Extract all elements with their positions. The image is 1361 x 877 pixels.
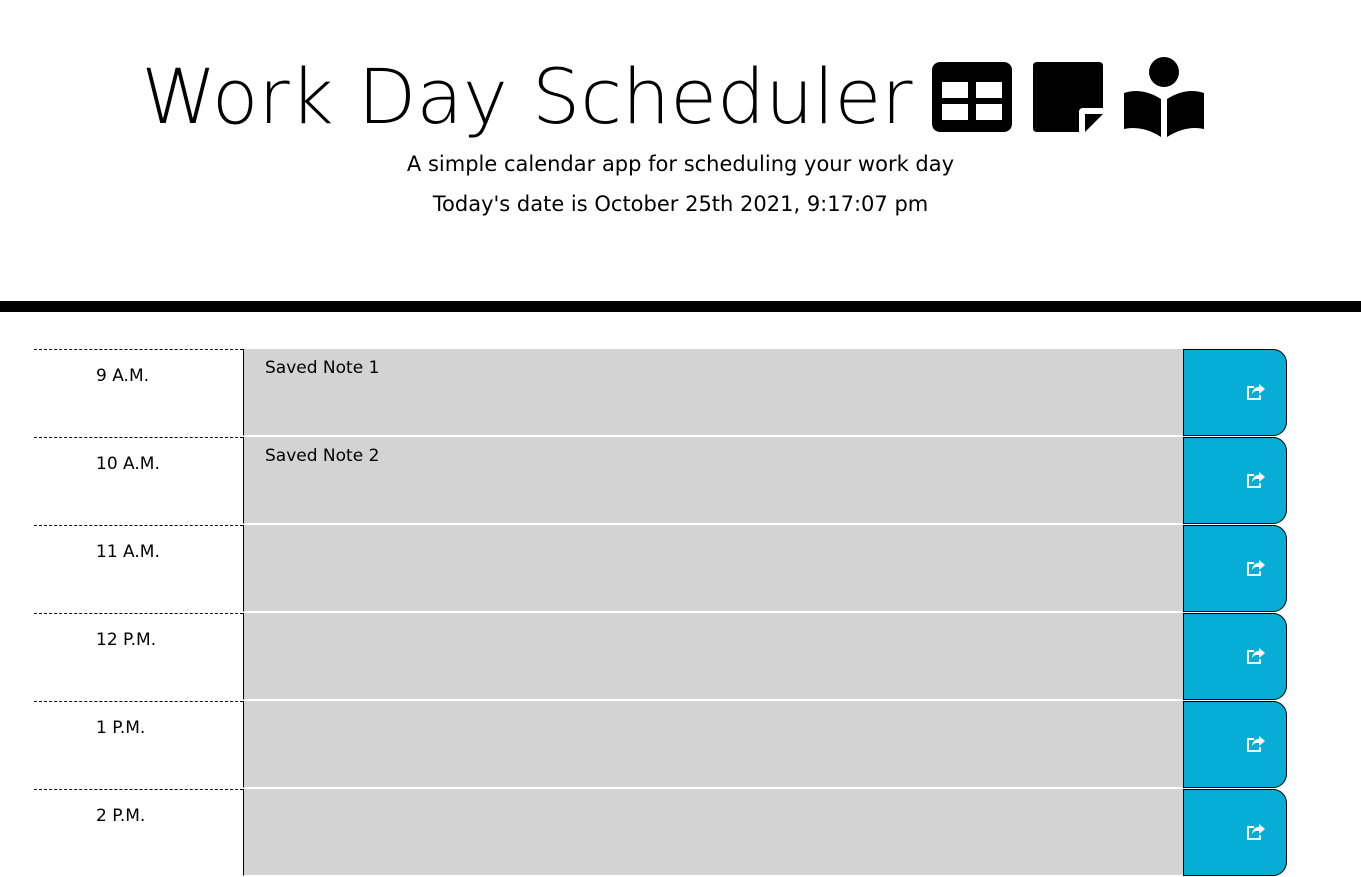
page-title: Work Day Scheduler — [141, 52, 913, 141]
note-input[interactable]: Saved Note 2 — [243, 437, 1183, 524]
schedule-list: 9 A.M. Saved Note 1 10 A.M. Saved Note 2… — [34, 349, 1288, 877]
note-input[interactable] — [243, 613, 1183, 700]
page-subtitle: A simple calendar app for scheduling you… — [406, 152, 955, 176]
page-header: Work Day Scheduler A simple calendar app… — [0, 0, 1361, 301]
note-input[interactable]: Saved Note 1 — [243, 349, 1183, 436]
hour-label: 9 A.M. — [34, 349, 243, 436]
time-block-1pm: 1 P.M. — [34, 701, 1288, 789]
share-square-icon — [1247, 648, 1265, 664]
hour-label: 10 A.M. — [34, 437, 243, 524]
title-icons — [931, 57, 1220, 137]
title-row: Work Day Scheduler — [0, 52, 1361, 142]
save-button[interactable] — [1183, 349, 1287, 436]
time-block-9am: 9 A.M. Saved Note 1 — [34, 349, 1288, 437]
hour-label: 11 A.M. — [34, 525, 243, 612]
current-date: Today's date is October 25th 2021, 9:17:… — [432, 192, 929, 216]
save-button[interactable] — [1183, 789, 1287, 876]
share-square-icon — [1247, 472, 1265, 488]
time-block-10am: 10 A.M. Saved Note 2 — [34, 437, 1288, 525]
share-square-icon — [1247, 384, 1265, 400]
share-square-icon — [1247, 560, 1265, 576]
save-button[interactable] — [1183, 437, 1287, 524]
time-block-11am: 11 A.M. — [34, 525, 1288, 613]
note-input[interactable] — [243, 525, 1183, 612]
share-square-icon — [1247, 736, 1265, 752]
header-divider — [0, 301, 1361, 312]
book-reader-icon — [1123, 57, 1204, 137]
time-block-2pm: 2 P.M. — [34, 789, 1288, 877]
hour-label: 1 P.M. — [34, 701, 243, 788]
note-input[interactable] — [243, 701, 1183, 788]
sticky-note-icon — [1032, 62, 1103, 132]
hour-label: 2 P.M. — [34, 789, 243, 876]
save-button[interactable] — [1183, 701, 1287, 788]
share-square-icon — [1247, 824, 1265, 840]
table-icon — [931, 62, 1012, 132]
save-button[interactable] — [1183, 613, 1287, 700]
hour-label: 12 P.M. — [34, 613, 243, 700]
time-block-12pm: 12 P.M. — [34, 613, 1288, 701]
note-input[interactable] — [243, 789, 1183, 876]
save-button[interactable] — [1183, 525, 1287, 612]
